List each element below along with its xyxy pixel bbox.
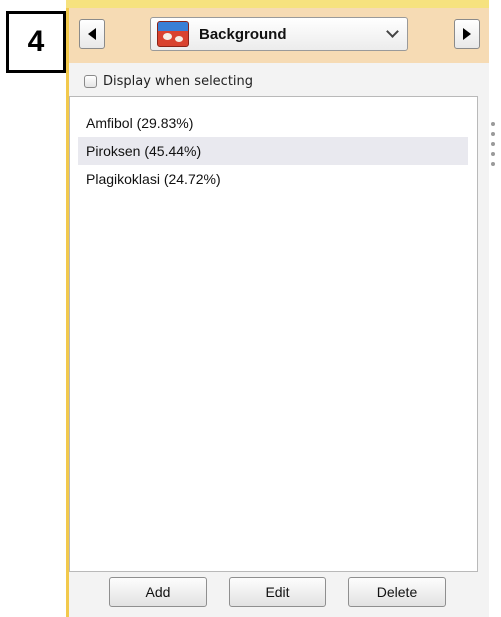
add-button[interactable]: Add	[109, 577, 207, 607]
panel-top-accent	[66, 0, 489, 8]
chevron-down-icon	[386, 25, 399, 38]
next-layer-button[interactable]	[454, 19, 480, 49]
class-list: Amfibol (29.83%) Piroksen (45.44%) Plagi…	[69, 96, 478, 572]
panel-resize-handle[interactable]	[490, 122, 496, 166]
layer-dropdown[interactable]: Background	[150, 17, 408, 51]
edit-button[interactable]: Edit	[229, 577, 326, 607]
list-item[interactable]: Plagikoklasi (24.72%)	[78, 165, 468, 193]
display-when-selecting-option[interactable]: Display when selecting	[84, 72, 253, 90]
list-action-bar: Add Edit Delete	[69, 572, 478, 617]
list-item[interactable]: Piroksen (45.44%)	[78, 137, 468, 165]
delete-button[interactable]: Delete	[348, 577, 446, 607]
previous-layer-button[interactable]	[79, 19, 105, 49]
map-layer-icon	[157, 21, 189, 47]
triangle-right-icon	[463, 28, 471, 40]
layer-dropdown-value: Background	[199, 25, 287, 43]
display-when-selecting-checkbox[interactable]	[84, 74, 97, 88]
step-number-badge: 4	[6, 11, 66, 73]
list-item[interactable]: Amfibol (29.83%)	[78, 109, 468, 137]
triangle-left-icon	[88, 28, 96, 40]
display-when-selecting-label: Display when selecting	[103, 73, 254, 89]
